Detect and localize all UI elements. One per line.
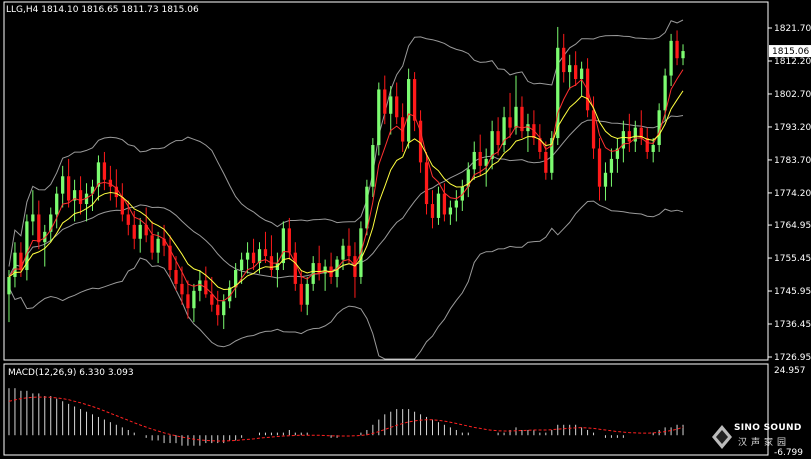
candle-body — [645, 138, 649, 152]
candle-body — [508, 117, 512, 128]
symbol-label: LLG,H4 — [6, 5, 39, 15]
candle-body — [341, 245, 345, 260]
price-tick-label: 1821.70 — [774, 24, 811, 34]
candle-body — [406, 79, 411, 142]
candle-body — [436, 193, 441, 218]
candle-body — [377, 89, 381, 146]
candle-body — [669, 40, 673, 76]
candle-body — [126, 214, 130, 225]
candle-body — [597, 148, 602, 187]
candle-body — [371, 145, 375, 187]
candle-body — [430, 204, 435, 218]
candle-body — [496, 131, 500, 146]
chart-header: LLG,H4 1814.10 1816.65 1811.73 1815.06 — [6, 5, 199, 15]
candle — [281, 221, 286, 271]
logo-name: SINO SOUND — [734, 423, 802, 433]
candle-body — [263, 249, 268, 257]
candle-body — [245, 252, 250, 260]
price-tick-label: 1726.95 — [774, 353, 811, 363]
candle-body — [448, 207, 453, 215]
candle-body — [138, 224, 142, 239]
candle-body — [156, 238, 160, 253]
candle-body — [239, 259, 244, 271]
candle-body — [192, 290, 196, 309]
price-tick-label: 1745.95 — [774, 287, 811, 297]
candle-body — [651, 145, 655, 152]
chart-background — [0, 0, 811, 459]
candle-body — [568, 65, 572, 73]
price-tick-label: 1764.95 — [774, 221, 811, 231]
candle-body — [102, 162, 107, 180]
candle-body — [574, 65, 578, 80]
candle-body — [150, 235, 154, 253]
current-price-label: 1815.06 — [772, 47, 809, 57]
price-tick-label: 1774.20 — [774, 189, 811, 199]
candle-body — [514, 106, 518, 128]
candle-body — [478, 151, 482, 166]
candle-body — [251, 252, 256, 264]
candle-body — [579, 68, 584, 80]
candle-body — [31, 214, 35, 222]
logo-subtitle: 汉声家园 — [738, 438, 791, 448]
candle-body — [562, 47, 566, 73]
candle-body — [472, 151, 476, 170]
candle-body — [186, 294, 190, 309]
candle-body — [544, 151, 548, 173]
candle-body — [603, 172, 608, 187]
candle-body — [180, 283, 184, 295]
candle-body — [61, 176, 65, 194]
sino-sound-logo: SINO SOUND 汉声家园 — [712, 421, 808, 455]
candle-body — [675, 40, 679, 59]
price-tick-label: 1736.45 — [774, 320, 811, 330]
logo-diamond-icon — [712, 425, 732, 449]
candle-body — [174, 270, 178, 284]
candle-body — [412, 79, 417, 121]
price-tick-label: 1755.45 — [774, 254, 811, 264]
candle-body — [347, 245, 351, 257]
candle-body — [299, 283, 303, 305]
candle-body — [442, 193, 447, 215]
price-tick-label: 1802.70 — [774, 90, 811, 100]
price-tick-label: 1793.20 — [774, 123, 811, 133]
candle — [406, 68, 411, 149]
candle-body — [78, 190, 83, 205]
candle-body — [305, 283, 309, 305]
macd-tick-label: 24.957 — [774, 366, 806, 376]
candle-body — [418, 120, 423, 163]
candle-body — [198, 280, 202, 291]
macd-label: MACD(12,26,9) 6.330 3.093 — [8, 368, 134, 378]
candle-body — [424, 162, 429, 205]
candle-body — [383, 89, 387, 114]
candle-body — [663, 75, 667, 111]
candle-body — [281, 228, 286, 264]
price-tick-label: 1812.20 — [774, 57, 811, 67]
candle-body — [395, 96, 399, 118]
candle-body — [609, 158, 614, 173]
candle-body — [389, 96, 393, 114]
candle — [377, 82, 381, 156]
candle-body — [37, 214, 41, 243]
candle-body — [681, 51, 685, 59]
candle-body — [293, 252, 297, 284]
candle-body — [365, 186, 369, 229]
ohlc-label: 1814.10 1816.65 1811.73 1815.06 — [41, 5, 199, 15]
candle-body — [627, 131, 631, 142]
candle-body — [216, 304, 220, 316]
candle-body — [287, 228, 291, 253]
candle-body — [210, 294, 214, 305]
candle-body — [55, 193, 59, 215]
candle-body — [454, 200, 458, 208]
price-tick-label: 1783.70 — [774, 156, 811, 166]
candle-body — [222, 301, 226, 316]
candle-body — [66, 176, 71, 201]
candle-body — [323, 266, 327, 274]
candle-body — [132, 224, 136, 239]
chart-canvas: 1821.70 1812.20 1802.70 1793.20 1783.70 1774.… — [0, 0, 811, 459]
candle-body — [7, 276, 11, 295]
